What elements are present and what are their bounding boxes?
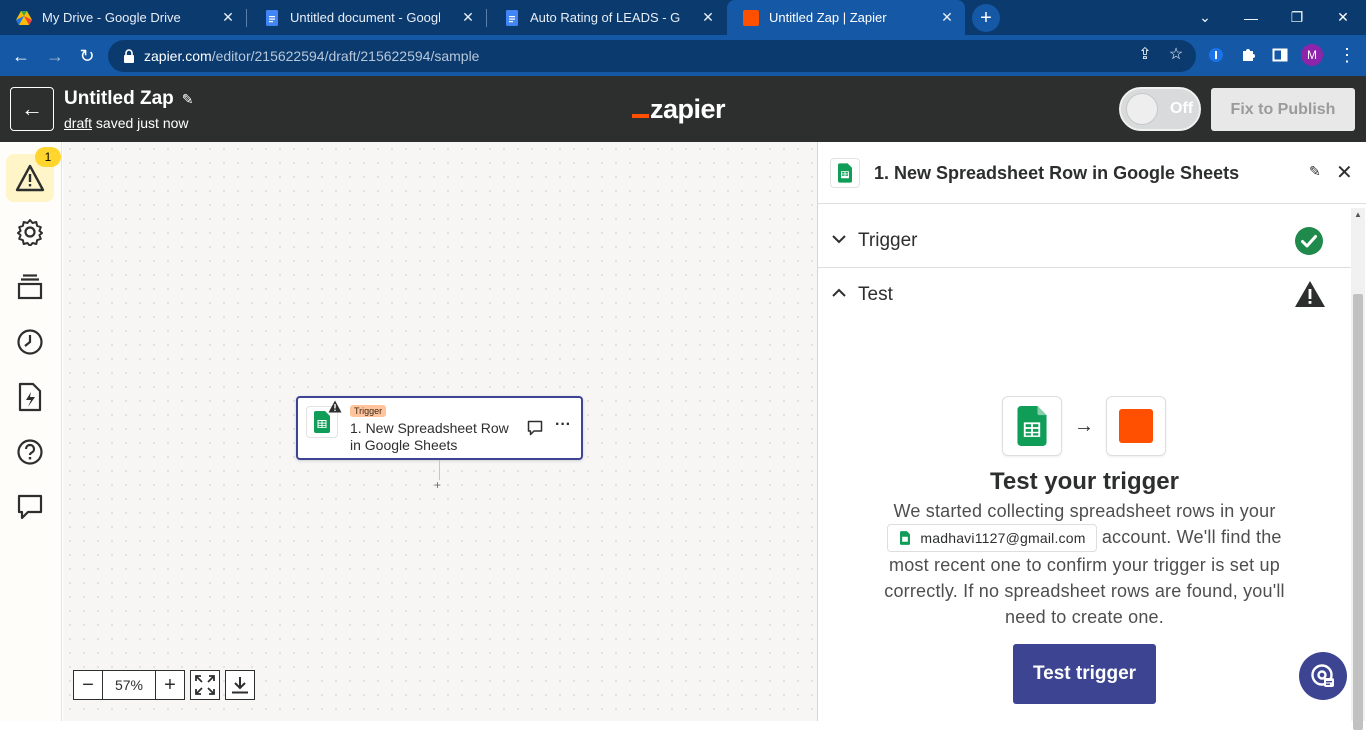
zoom-in-button[interactable]: +	[155, 670, 185, 700]
close-window-icon[interactable]: ✕	[1320, 0, 1366, 35]
zap-title[interactable]: Untitled Zap ✎	[64, 88, 194, 110]
left-sidebar: 1	[0, 142, 62, 721]
edit-pencil-icon[interactable]: ✎	[1309, 163, 1321, 180]
section-trigger[interactable]: Trigger	[818, 214, 1351, 268]
lock-icon	[124, 49, 134, 63]
close-tab-icon[interactable]: ✕	[939, 9, 955, 25]
success-check-icon	[1295, 227, 1323, 255]
fix-to-publish-button[interactable]: Fix to Publish	[1211, 88, 1355, 131]
chevron-up-icon	[832, 285, 846, 301]
step-connector	[439, 460, 440, 480]
google-sheets-icon	[900, 531, 911, 546]
side-panel-icon[interactable]	[1269, 44, 1291, 66]
google-drive-icon	[16, 10, 32, 26]
close-tab-icon[interactable]: ✕	[460, 9, 476, 25]
close-panel-icon[interactable]: ✕	[1336, 160, 1353, 185]
address-bar[interactable]: zapier.com/editor/215622594/draft/215622…	[108, 40, 1196, 72]
feedback-chat-icon[interactable]	[12, 489, 48, 525]
close-tab-icon[interactable]: ✕	[220, 9, 236, 25]
browser-tab-untitled-zap[interactable]: Untitled Zap | Zapier ✕	[727, 0, 965, 35]
browser-menu-icon[interactable]: ⋮	[1338, 44, 1356, 66]
extension-icon[interactable]	[1205, 44, 1227, 66]
account-chip: madhavi1127@gmail.com	[887, 524, 1097, 553]
add-step-button[interactable]: +	[434, 478, 441, 492]
profile-avatar[interactable]: M	[1301, 44, 1323, 66]
back-button[interactable]: ←	[10, 87, 54, 131]
trigger-step-card[interactable]: Trigger 1. New Spreadsheet Row in Google…	[296, 396, 583, 460]
test-description: We started collecting spreadsheet rows i…	[884, 501, 1285, 628]
zap-runs-file-icon[interactable]	[12, 379, 48, 415]
browser-tab-auto-rating-leads[interactable]: Auto Rating of LEADS - Google Docs ✕	[488, 0, 726, 35]
browser-tab-google-drive[interactable]: My Drive - Google Drive ✕	[0, 0, 246, 35]
test-title: Test your trigger	[990, 468, 1179, 495]
more-options-icon[interactable]: ···	[555, 416, 571, 434]
scroll-up-icon[interactable]: ▲	[1354, 210, 1362, 219]
history-clock-icon[interactable]	[12, 324, 48, 360]
support-chat-button[interactable]	[1299, 652, 1347, 700]
panel-title: 1. New Spreadsheet Row in Google Sheets	[874, 163, 1240, 183]
zapier-logo: zapier	[632, 94, 726, 125]
back-arrow-icon[interactable]: ←	[6, 41, 36, 71]
google-docs-icon	[504, 9, 520, 26]
forward-arrow-icon[interactable]: →	[40, 41, 70, 71]
scrollbar-thumb[interactable]	[1353, 294, 1363, 730]
test-flow-illustration: →	[1002, 396, 1166, 456]
pencil-icon[interactable]: ✎	[182, 91, 194, 108]
warning-count-badge: 1	[35, 147, 61, 167]
step-warning-icon	[328, 400, 342, 413]
section-test[interactable]: Test	[818, 268, 1351, 322]
minimize-icon[interactable]: —	[1228, 0, 1274, 35]
tab-search-icon[interactable]: ⌄	[1182, 0, 1228, 35]
zoom-out-button[interactable]: −	[73, 670, 103, 700]
draft-link[interactable]: draft	[64, 115, 92, 131]
bookmark-star-icon[interactable]: ☆	[1165, 43, 1187, 65]
zap-editor-header: ← Untitled Zap ✎ draft saved just now za…	[0, 76, 1366, 142]
reload-icon[interactable]: ↻	[72, 41, 102, 71]
zap-canvas[interactable]: Trigger 1. New Spreadsheet Row in Google…	[63, 142, 817, 721]
close-tab-icon[interactable]: ✕	[700, 9, 716, 25]
browser-tab-strip: My Drive - Google Drive ✕ Untitled docum…	[0, 0, 1366, 35]
tab-separator	[486, 9, 487, 27]
settings-gear-icon[interactable]	[12, 214, 48, 250]
browser-tab-untitled-document[interactable]: Untitled document - Google Docs ✕	[248, 0, 486, 35]
toggle-knob	[1126, 93, 1158, 125]
zap-on-off-toggle[interactable]: Off	[1119, 87, 1201, 131]
google-docs-icon	[264, 9, 280, 26]
test-trigger-button[interactable]: Test trigger	[1013, 644, 1156, 704]
browser-toolbar: ← → ↻ zapier.com/editor/215622594/draft/…	[0, 35, 1366, 76]
url-text: zapier.com/editor/215622594/draft/215622…	[144, 48, 480, 64]
zoom-controls: − 57% +	[73, 670, 255, 700]
restore-icon[interactable]: ❐	[1274, 0, 1320, 35]
zap-save-status: draft saved just now	[64, 115, 189, 131]
help-question-icon[interactable]	[12, 434, 48, 470]
zapier-icon	[743, 9, 759, 26]
new-tab-button[interactable]: +	[972, 4, 1000, 32]
step-editor-panel: 1. New Spreadsheet Row in Google Sheets …	[817, 142, 1366, 730]
arrow-right-icon: →	[1074, 414, 1094, 437]
download-icon[interactable]	[225, 670, 255, 700]
tab-separator	[246, 9, 247, 27]
comment-icon[interactable]	[527, 420, 543, 439]
warning-icon	[15, 164, 45, 192]
zapier-app-icon	[1106, 396, 1166, 456]
google-sheets-app-icon	[1002, 396, 1062, 456]
puzzle-extensions-icon[interactable]	[1237, 44, 1259, 66]
trigger-badge: Trigger	[350, 405, 387, 417]
fit-to-view-icon[interactable]	[190, 670, 220, 700]
zoom-level: 57%	[103, 670, 155, 700]
share-icon[interactable]: ⇪	[1134, 43, 1156, 65]
panel-header: 1. New Spreadsheet Row in Google Sheets …	[818, 142, 1366, 204]
step-title: 1. New Spreadsheet Row in Google Sheets	[350, 420, 509, 453]
chevron-down-icon	[832, 231, 846, 247]
google-sheets-icon	[830, 158, 860, 188]
warning-icon	[1295, 281, 1325, 307]
support-chat-icon	[1311, 664, 1334, 687]
versions-icon[interactable]	[12, 269, 48, 305]
panel-scrollbar[interactable]: ▲	[1351, 208, 1365, 730]
